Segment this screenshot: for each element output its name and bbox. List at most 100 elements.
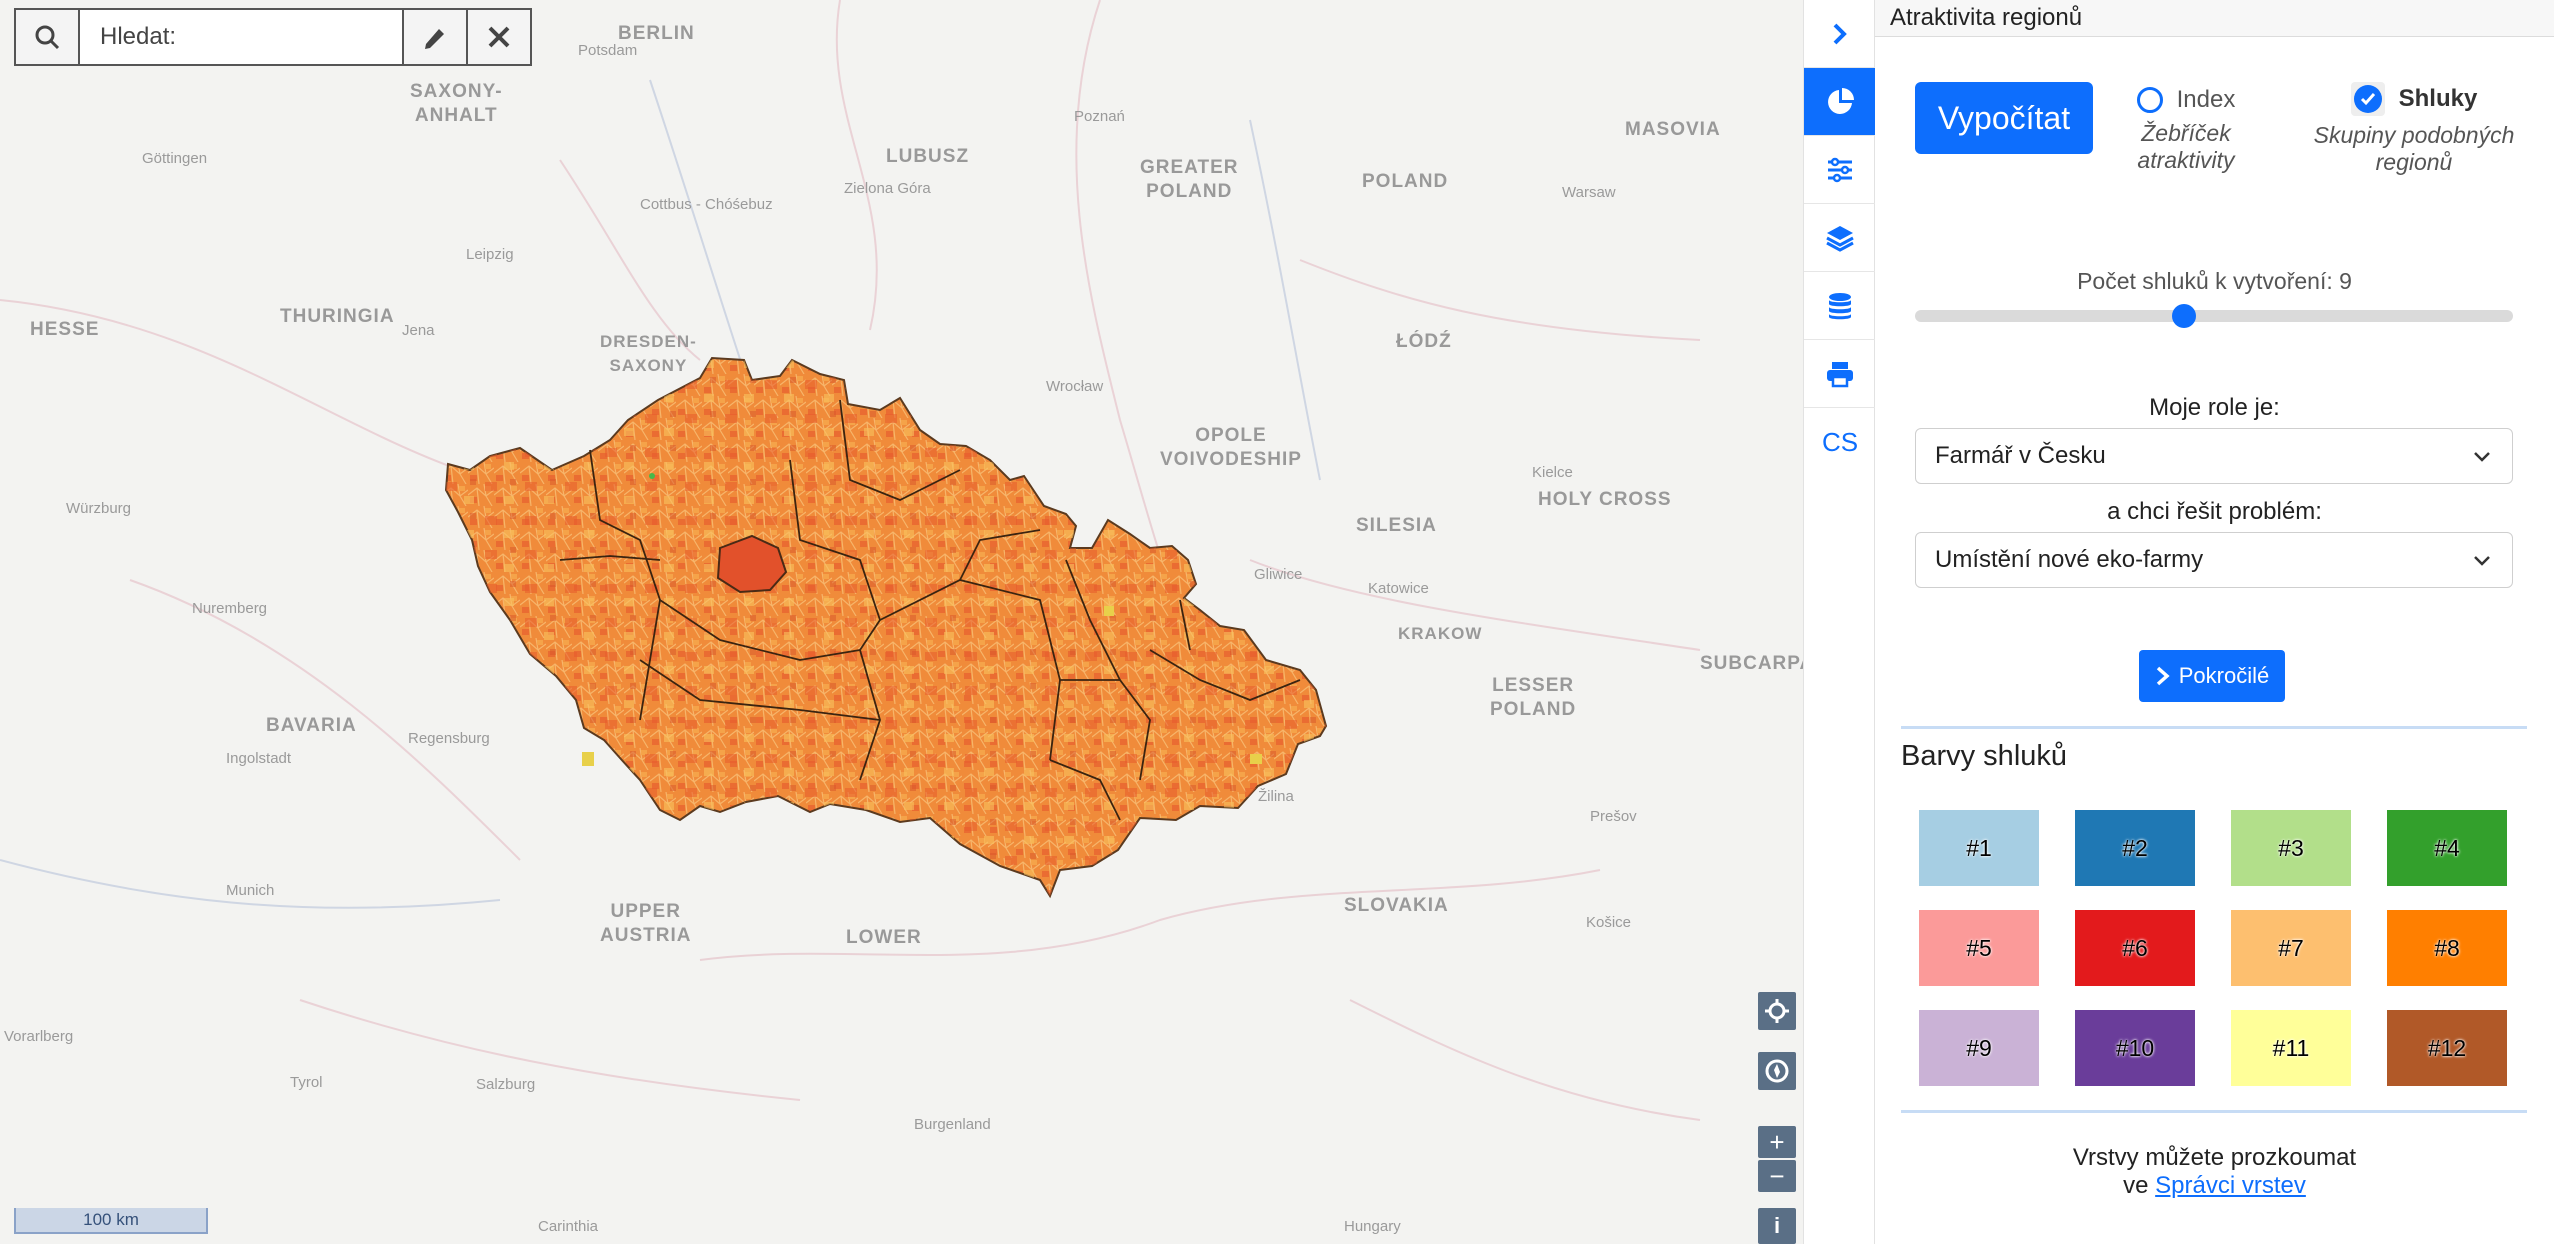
cluster-swatch[interactable]: #10 — [2075, 1010, 2195, 1086]
calculate-button[interactable]: Vypočítat — [1915, 82, 2093, 154]
map-city-label: Zielona Góra — [844, 180, 931, 197]
tab-print[interactable] — [1804, 340, 1876, 408]
scale-bar: 100 km — [14, 1208, 208, 1234]
cluster-swatch[interactable]: #9 — [1919, 1010, 2039, 1086]
print-icon — [1827, 361, 1853, 387]
zoom-out-button[interactable]: − — [1758, 1160, 1796, 1192]
pencil-icon — [425, 29, 444, 49]
map-city-label: Leipzig — [466, 246, 514, 263]
cluster-swatch[interactable]: #3 — [2231, 810, 2351, 886]
advanced-button-label: Pokročilé — [2178, 663, 2270, 688]
cluster-swatch[interactable]: #2 — [2075, 810, 2195, 886]
layers-hint-text: Vrstvy můžete prozkoumat — [2072, 1144, 2357, 1171]
radio-unchecked-icon[interactable] — [2136, 87, 2163, 113]
map-city-label: Tyrol — [290, 1074, 323, 1091]
locate-button[interactable] — [1758, 992, 1796, 1030]
divider — [1901, 726, 2527, 729]
attractiveness-panel: Atraktivita regionů Vypočítat Index Žebř… — [1875, 0, 2554, 1244]
tab-layers[interactable] — [1804, 204, 1876, 272]
map-region-label: SUBCARPA — [1700, 653, 1803, 674]
map-city-label: Munich — [226, 882, 275, 899]
map-city-label: Potsdam — [578, 42, 638, 59]
map-view[interactable]: BERLIN SAXONY- ANHALT LUBUSZ GREATER POL… — [0, 0, 1803, 1244]
cluster-swatch[interactable]: #11 — [2231, 1010, 2351, 1086]
cluster-count-label: Počet shluků k vytvoření: 9 — [2077, 268, 2352, 294]
divider — [1901, 1110, 2527, 1113]
map-city-label: Würzburg — [66, 500, 132, 517]
map-region-label: MASOVIA — [1625, 119, 1721, 140]
zoom-in-button[interactable]: + — [1758, 1126, 1796, 1158]
role-select[interactable]: Farmář v Česku — [1915, 428, 2513, 484]
search-bar — [14, 8, 532, 66]
radio-checked-icon[interactable] — [2350, 82, 2385, 116]
mode-clusters-label: Shluky — [2398, 85, 2478, 112]
map-region-label: GREATER POLAND — [1140, 157, 1239, 202]
draw-button[interactable] — [402, 10, 466, 64]
map-city-label: Košice — [1586, 914, 1632, 931]
cluster-colors-grid: #1 #2 #3 #4 #5 #6 #7 #8 #9 #10 #11 #12 — [1919, 810, 2519, 1086]
role-label: Moje role je: — [2149, 394, 2280, 421]
problem-select[interactable]: Umístění nové eko-farmy — [1915, 532, 2513, 588]
map-city-label: Hungary — [1344, 1218, 1401, 1235]
search-button[interactable] — [16, 10, 80, 64]
layers-hint: Vrstvy můžete prozkoumat ve Správci vrst… — [1875, 1144, 2554, 1200]
map-region-label: POLAND — [1362, 171, 1449, 192]
close-icon — [488, 26, 510, 48]
chevron-down-icon — [2474, 556, 2490, 566]
problem-label: a chci řešit problém: — [2107, 498, 2322, 525]
cluster-swatch[interactable]: #6 — [2075, 910, 2195, 986]
info-button[interactable]: i — [1758, 1208, 1796, 1244]
map-region-label: UPPER AUSTRIA — [600, 901, 692, 946]
cluster-swatch[interactable]: #8 — [2387, 910, 2507, 986]
search-icon — [35, 25, 60, 50]
map-region-label: HESSE — [30, 319, 100, 340]
map-city-label: Katowice — [1368, 580, 1429, 597]
map-city-label: Vorarlberg — [4, 1028, 74, 1045]
slider-handle[interactable] — [2172, 304, 2197, 328]
mode-index-description: Žebříček atraktivity — [2137, 120, 2235, 173]
database-icon — [1829, 292, 1851, 319]
map-region-label: THURINGIA — [280, 306, 395, 327]
cluster-swatch[interactable]: #5 — [1919, 910, 2039, 986]
clear-button[interactable] — [466, 10, 530, 64]
cluster-count-slider[interactable] — [1915, 304, 2513, 328]
map-city-label: Regensburg — [408, 730, 490, 747]
search-input[interactable] — [80, 10, 402, 64]
advanced-button[interactable]: Pokročilé — [2139, 650, 2285, 702]
tab-data[interactable] — [1804, 272, 1876, 340]
map-region-label: HOLY CROSS — [1538, 489, 1672, 510]
cluster-swatch[interactable]: #7 — [2231, 910, 2351, 986]
map-region-label: SILESIA — [1356, 515, 1437, 536]
layers-icon — [1826, 225, 1854, 252]
mode-clusters-description: Skupiny podobných regionů — [2313, 122, 2515, 175]
chevron-right-icon — [1833, 23, 1847, 44]
map-city-label: Göttingen — [142, 150, 208, 167]
map-city-label: Nuremberg — [192, 600, 268, 617]
language-button[interactable]: CS — [1804, 408, 1876, 476]
cluster-swatch[interactable]: #1 — [1919, 810, 2039, 886]
collapse-panel-button[interactable] — [1804, 0, 1876, 68]
checkmark-icon — [2360, 93, 2375, 106]
map-city-label: Wrocław — [1046, 378, 1104, 395]
map-region-label: DRESDEN- SAXONY — [600, 332, 697, 375]
compass-button[interactable] — [1758, 1052, 1796, 1090]
panel-title: Atraktivita regionů — [1875, 0, 2554, 37]
map-region-label: ŁÓDŹ — [1396, 331, 1452, 352]
map-region-label: LUBUSZ — [886, 146, 970, 167]
map-region-label: LOWER — [846, 927, 922, 948]
role-select-value: Farmář v Česku — [1935, 442, 2106, 469]
cluster-colors-title: Barvy shluků — [1901, 740, 2068, 772]
compass-icon — [1765, 1059, 1789, 1083]
tab-settings[interactable] — [1804, 136, 1876, 204]
layer-manager-link[interactable]: Správci vrstev — [2155, 1172, 2306, 1199]
mode-clusters-option[interactable]: Shluky Skupiny podobných regionů — [2289, 82, 2539, 176]
mode-index-label: Index — [2176, 86, 2236, 113]
map-city-label: Ingolstadt — [226, 750, 292, 767]
cluster-swatch[interactable]: #4 — [2387, 810, 2507, 886]
map-region-label: LESSER POLAND — [1490, 675, 1577, 720]
map-city-label: Žilina — [1258, 788, 1294, 805]
tab-attractiveness[interactable] — [1804, 68, 1876, 136]
cluster-swatch[interactable]: #12 — [2387, 1010, 2507, 1086]
mode-index-option[interactable]: Index Žebříček atraktivity — [2111, 86, 2261, 174]
map-region-label: SLOVAKIA — [1344, 895, 1449, 916]
